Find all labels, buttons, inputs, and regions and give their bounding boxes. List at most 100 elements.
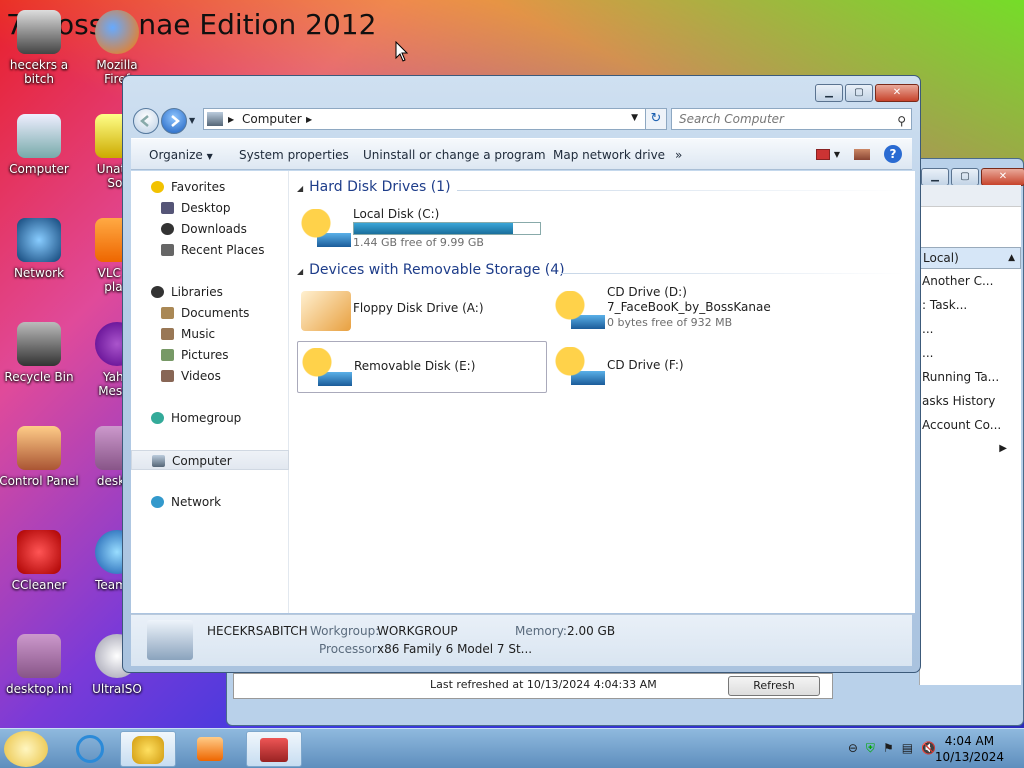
back-button[interactable] xyxy=(133,108,159,134)
nav-pictures[interactable]: Pictures xyxy=(131,345,289,365)
desktop-icon-network[interactable]: Network xyxy=(0,218,80,280)
chevron-down-icon: ▼ xyxy=(206,152,213,161)
breadcrumb-computer[interactable]: Computer xyxy=(242,112,302,126)
documents-icon xyxy=(161,307,174,319)
help-icon[interactable]: ? xyxy=(884,145,902,163)
ccleaner-icon xyxy=(17,530,61,574)
search-icon[interactable]: ⚲ xyxy=(897,111,906,131)
address-bar[interactable]: ▶ Computer ▶ ▼ xyxy=(203,108,665,130)
map-network-drive-button[interactable]: Map network drive xyxy=(553,148,665,162)
computer-icon xyxy=(152,455,165,467)
change-view-icon[interactable] xyxy=(815,148,830,160)
forward-button[interactable] xyxy=(161,108,187,134)
actions-header[interactable]: Local) ▲ xyxy=(920,247,1021,269)
nav-music[interactable]: Music xyxy=(131,324,289,344)
desktop-icon-desktop-ini[interactable]: desktop.ini xyxy=(0,634,80,696)
nav-libraries[interactable]: Libraries xyxy=(131,282,289,302)
actions-pane: Local) ▲ Another C... : Task... ... ... R… xyxy=(919,185,1021,685)
pictures-icon xyxy=(161,349,174,361)
group-header-removable-storage[interactable]: ◢ Devices with Removable Storage (4) xyxy=(297,262,909,284)
nav-favorites[interactable]: Favorites xyxy=(131,177,289,197)
refresh-button[interactable]: Refresh xyxy=(728,676,820,696)
toolbox-icon xyxy=(260,738,288,762)
taskbar-task-scheduler[interactable] xyxy=(246,731,302,767)
minimize-button[interactable]: ▁ xyxy=(815,84,843,102)
arrow-right-icon xyxy=(171,115,180,127)
system-properties-button[interactable]: System properties xyxy=(239,148,349,162)
folder-icon xyxy=(132,736,164,764)
drive-tile-d[interactable]: CD Drive (D:) 7_FaceBooK_by_BossKanae 0 … xyxy=(551,285,801,337)
clock[interactable]: 4:04 AM 10/13/2024 xyxy=(935,733,1004,765)
caption-buttons: ▁ ▢ ✕ xyxy=(815,84,919,102)
preview-pane-icon[interactable] xyxy=(854,148,870,160)
navigation-bar: ▼ ▶ Computer ▶ ▼ ↻ Search Computer ⚲ xyxy=(131,106,912,134)
chevron-down-icon[interactable]: ▼ xyxy=(834,150,840,159)
nav-computer[interactable]: Computer xyxy=(131,450,289,470)
group-header-hard-disk-drives[interactable]: ◢ Hard Disk Drives (1) xyxy=(297,179,909,201)
action-item[interactable]: Running Ta... xyxy=(920,365,1021,389)
taskbar-internet-explorer[interactable] xyxy=(62,731,118,767)
nav-downloads[interactable]: Downloads xyxy=(131,219,289,239)
desktop-icon-control-panel[interactable]: Control Panel xyxy=(0,426,80,488)
more-commands-button[interactable]: » xyxy=(675,148,682,162)
address-dropdown-icon[interactable]: ▼ xyxy=(631,113,638,123)
tray-expand-icon[interactable]: ⊖ xyxy=(848,741,858,756)
refresh-icon[interactable]: ↻ xyxy=(645,108,667,130)
action-item[interactable]: Account Co... xyxy=(920,413,1021,437)
collapse-arrow-icon[interactable]: ◢ xyxy=(297,184,303,193)
nav-documents[interactable]: Documents xyxy=(131,303,289,323)
volume-muted-icon[interactable]: 🔇 xyxy=(921,741,936,756)
action-item[interactable]: ... xyxy=(920,341,1021,365)
collapse-icon[interactable]: ▲ xyxy=(1008,248,1015,268)
computer-explorer-window[interactable]: ▁ ▢ ✕ ▼ ▶ Computer ▶ ▼ ↻ Search Computer… xyxy=(122,75,921,673)
collapse-arrow-icon[interactable]: ◢ xyxy=(297,267,303,276)
recent-pages-dropdown-icon[interactable]: ▼ xyxy=(189,116,195,125)
close-button[interactable]: ✕ xyxy=(875,84,919,102)
close-button[interactable]: ✕ xyxy=(981,168,1024,186)
drive-tile-c[interactable]: Local Disk (C:) 1.44 GB free of 9.99 GB xyxy=(297,203,547,255)
floppy-drive-icon xyxy=(301,291,351,331)
taskbar-explorer[interactable] xyxy=(120,731,176,767)
desktop-icon-computer[interactable]: Computer xyxy=(0,114,80,176)
breadcrumb-arrow-icon[interactable]: ▶ xyxy=(228,115,234,124)
desktop-icon-ccleaner[interactable]: CCleaner xyxy=(0,530,80,592)
action-item[interactable]: asks History xyxy=(920,389,1021,413)
firefox-icon xyxy=(95,10,139,54)
back-window-caption-buttons: ▁ ▢ ✕ xyxy=(921,168,1024,186)
nav-homegroup[interactable]: Homegroup xyxy=(131,408,289,428)
organize-button[interactable]: Organize ▼ xyxy=(149,148,213,162)
nav-recent-places[interactable]: Recent Places xyxy=(131,240,289,260)
nav-videos[interactable]: Videos xyxy=(131,366,289,386)
drive-tile-f[interactable]: CD Drive (F:) xyxy=(551,341,801,393)
action-item[interactable]: : Task... xyxy=(920,293,1021,317)
last-refreshed-text: Last refreshed at 10/13/2024 4:04:33 AM xyxy=(430,678,657,691)
videos-icon xyxy=(161,370,174,382)
drives-view: ◢ Hard Disk Drives (1) Local Disk (C:) 1.… xyxy=(289,171,915,613)
libraries-icon xyxy=(151,286,164,298)
action-item[interactable]: ... xyxy=(920,317,1021,341)
security-shield-icon[interactable]: ⛨ xyxy=(866,741,875,756)
action-item[interactable]: Another C... xyxy=(920,269,1021,293)
nav-desktop[interactable]: Desktop xyxy=(131,198,289,218)
taskbar-media-player[interactable] xyxy=(182,731,238,767)
desktop-icon xyxy=(161,202,174,214)
action-center-flag-icon[interactable]: ⚑ xyxy=(883,741,894,756)
drive-tile-a[interactable]: Floppy Disk Drive (A:) xyxy=(297,285,547,337)
submenu-arrow-icon[interactable]: ▶ xyxy=(920,437,1021,461)
desktop-icon-user[interactable]: hecekrs a bitch xyxy=(0,10,80,86)
network-icon xyxy=(17,218,61,262)
search-input[interactable]: Search Computer ⚲ xyxy=(671,108,912,130)
navigation-pane: Favorites Desktop Downloads Recent Place… xyxy=(131,171,289,613)
start-button[interactable] xyxy=(4,731,48,767)
drive-tile-e[interactable]: Removable Disk (E:) xyxy=(297,341,547,393)
hard-drive-icon xyxy=(301,209,351,249)
minimize-button[interactable]: ▁ xyxy=(921,168,949,186)
maximize-button[interactable]: ▢ xyxy=(845,84,873,102)
command-bar: Organize ▼ System properties Uninstall o… xyxy=(131,138,912,170)
breadcrumb-arrow-icon[interactable]: ▶ xyxy=(306,115,312,124)
network-icon[interactable]: ▤ xyxy=(902,741,913,756)
desktop-icon-recycle-bin[interactable]: Recycle Bin xyxy=(0,322,80,384)
maximize-button[interactable]: ▢ xyxy=(951,168,979,186)
nav-network[interactable]: Network xyxy=(131,492,289,512)
uninstall-program-button[interactable]: Uninstall or change a program xyxy=(363,148,546,162)
